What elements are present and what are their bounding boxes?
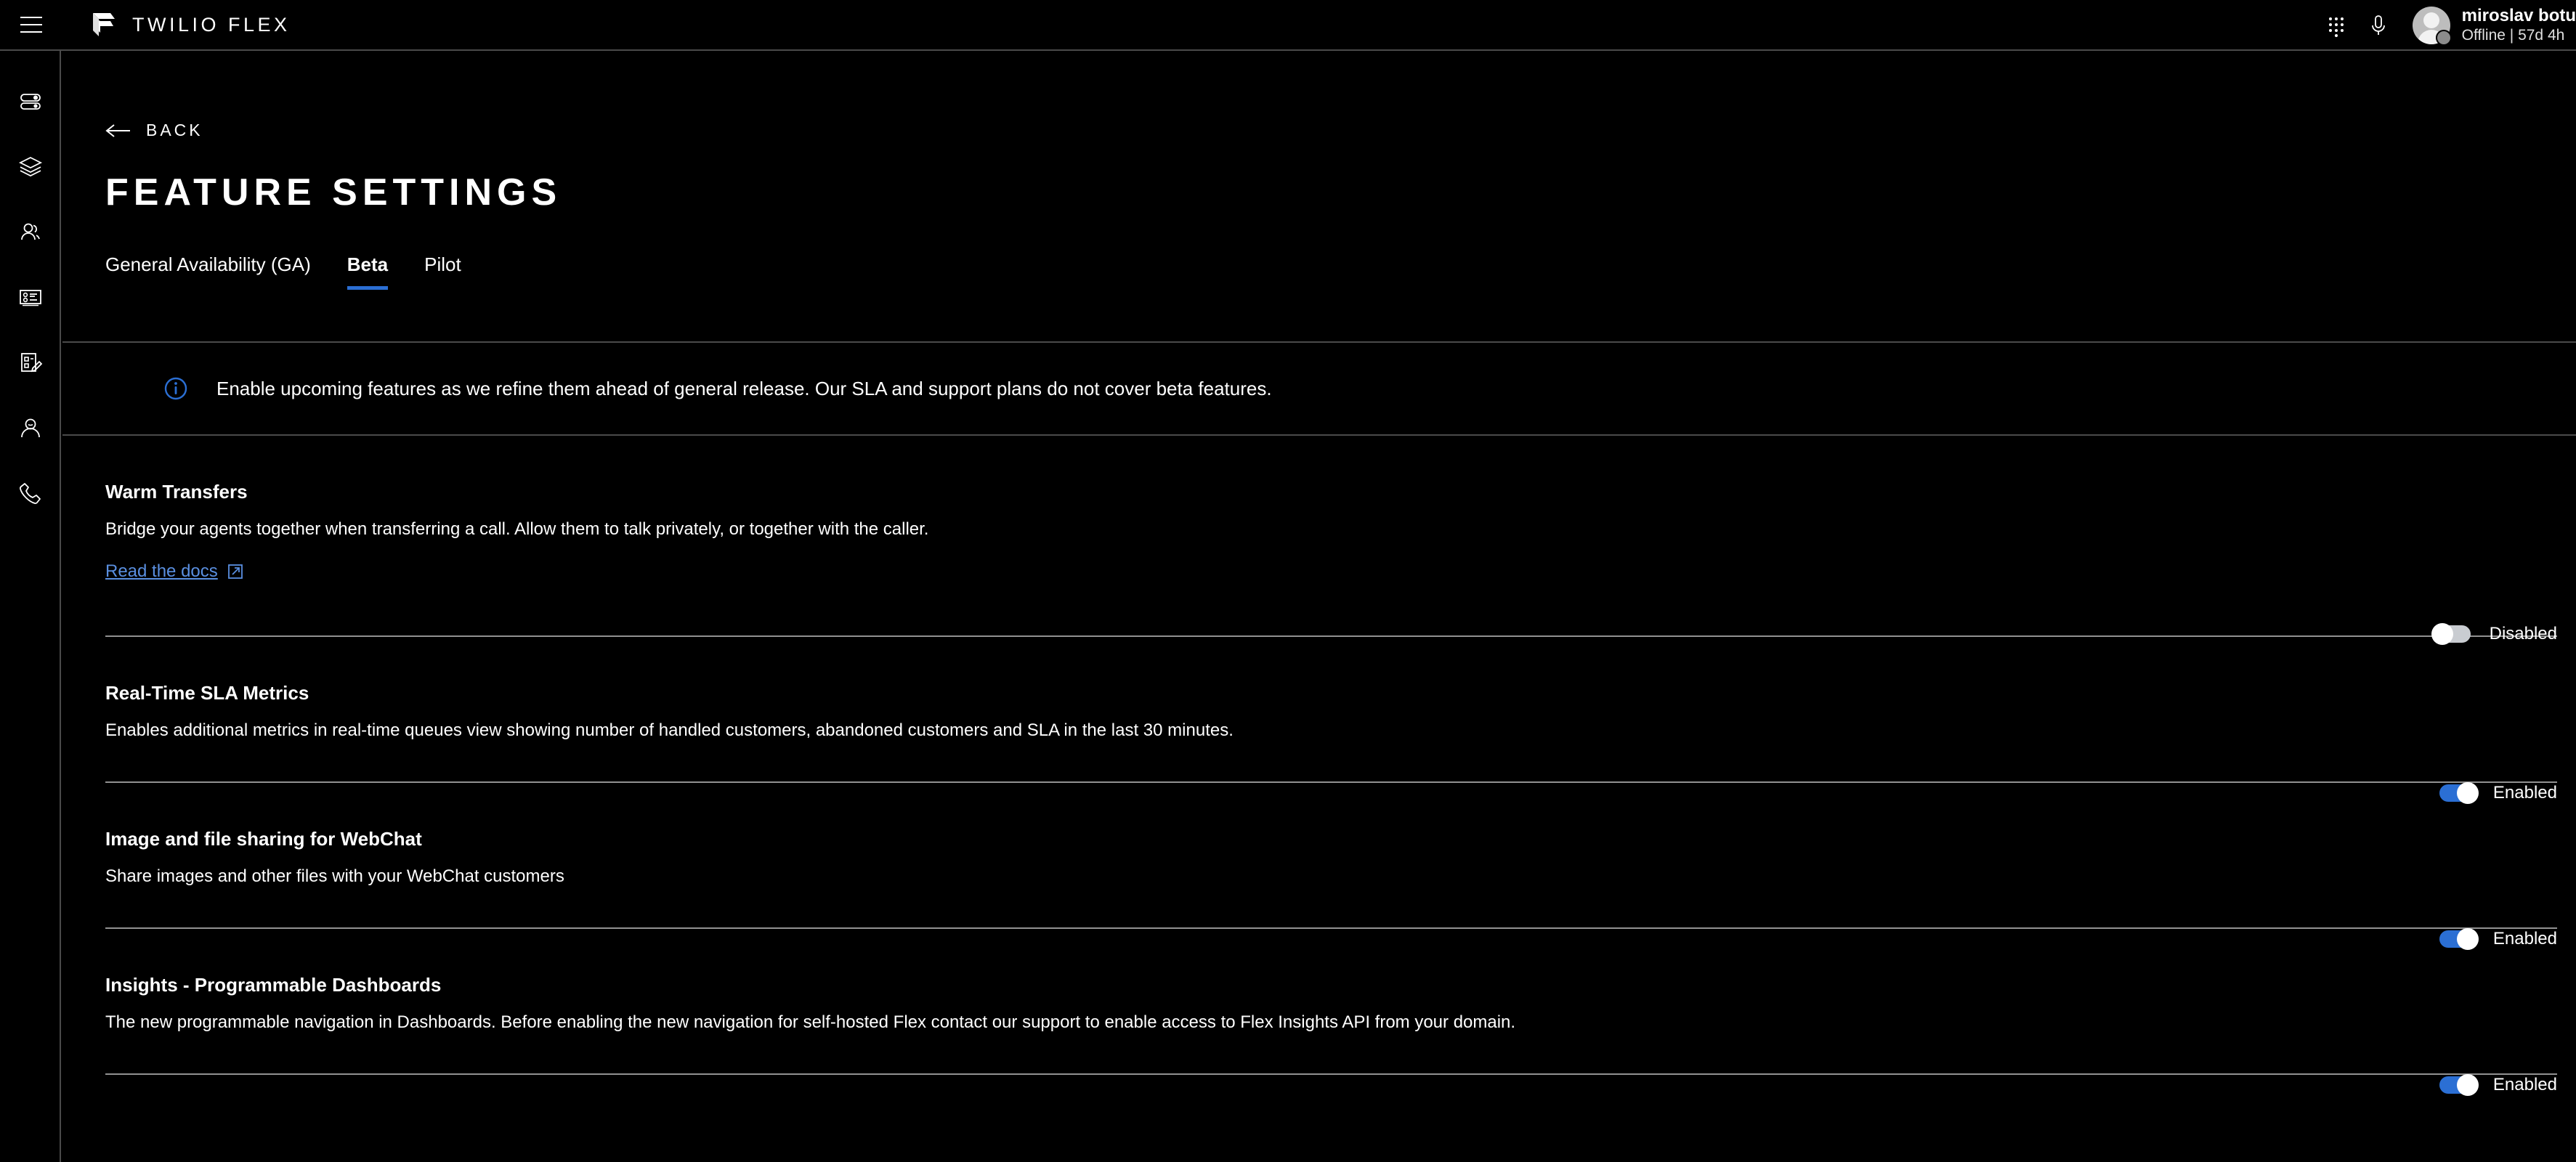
feature-title: Insights - Programmable Dashboards <box>105 974 442 996</box>
read-the-docs-link[interactable]: Read the docs <box>105 561 243 582</box>
page-title: FEATURE SETTINGS <box>105 171 562 214</box>
feature-row-warm-transfers: Warm Transfers Bridge your agents togeth… <box>62 436 2576 645</box>
feature-toggle-cell: Enabled <box>2439 1033 2557 1096</box>
feature-body: Real-Time SLA Metrics Enables additional… <box>105 637 1234 741</box>
main-content: BACK FEATURE SETTINGS General Availabili… <box>62 51 2576 1162</box>
hamburger-line <box>20 17 42 18</box>
tab-general-availability[interactable]: General Availability (GA) <box>105 253 311 290</box>
twilio-flex-logo <box>93 13 115 36</box>
feature-divider <box>105 1073 2557 1075</box>
feature-row-insights-programmable-dashboards: Insights - Programmable Dashboards The n… <box>62 929 2576 1096</box>
feature-head: Real-Time SLA Metrics Enables additional… <box>105 637 2576 741</box>
people-group-icon <box>21 223 40 240</box>
sidebar-item-calls[interactable] <box>0 460 61 526</box>
top-bar-right: miroslav botu Offline | 57d 4h <box>2324 0 2576 51</box>
avatar[interactable] <box>2412 7 2452 46</box>
tab-bar: General Availability (GA) Beta Pilot <box>105 253 2576 290</box>
offline-presence-dot <box>2435 30 2452 46</box>
info-circle-icon <box>164 377 187 400</box>
sidebar-item-settings[interactable] <box>0 68 61 134</box>
sliders-toggle-icon <box>20 94 41 110</box>
feature-body: Warm Transfers Bridge your agents togeth… <box>105 436 928 582</box>
feature-head: Warm Transfers Bridge your agents togeth… <box>105 436 2576 582</box>
feature-head: Insights - Programmable Dashboards The n… <box>105 929 2576 1033</box>
user-meta[interactable]: miroslav botu Offline | 57d 4h <box>2462 6 2576 45</box>
feature-row-image-file-sharing-webchat: Image and file sharing for WebChat Share… <box>62 783 2576 950</box>
back-button[interactable]: BACK <box>105 121 236 140</box>
tab-beta[interactable]: Beta <box>347 253 389 290</box>
layers-stack-icon <box>18 156 43 177</box>
toggle-insights-programmable-dashboards[interactable] <box>2439 1074 2479 1096</box>
user-status: Offline | 57d 4h <box>2461 27 2565 44</box>
brand[interactable]: TWILIO FLEX <box>89 11 291 38</box>
phone-icon <box>20 483 41 504</box>
info-banner: Enable upcoming features as we refine th… <box>62 343 2576 436</box>
sidebar-item-dashboard[interactable] <box>0 264 61 330</box>
toggle-knob <box>2456 1074 2479 1096</box>
read-the-docs-label: Read the docs <box>105 561 218 581</box>
feature-description: Share images and other files with your W… <box>105 866 564 886</box>
feature-row-realtime-sla-metrics: Real-Time SLA Metrics Enables additional… <box>62 637 2576 804</box>
feature-toggle-cell: Disabled <box>2431 582 2557 645</box>
left-sidebar <box>0 51 61 1162</box>
feature-list: Warm Transfers Bridge your agents togeth… <box>62 436 2576 1096</box>
feature-head: Image and file sharing for WebChat Share… <box>105 783 2576 887</box>
back-label: BACK <box>146 121 203 139</box>
sidebar-item-queues[interactable] <box>0 134 61 199</box>
hamburger-line <box>20 24 42 25</box>
top-bar: TWILIO FLEX miroslav botu Offline | 57d … <box>0 0 2576 51</box>
avatar-head <box>2423 12 2439 28</box>
arrow-left-icon <box>105 123 130 137</box>
info-banner-text: Enable upcoming features as we refine th… <box>216 377 1272 399</box>
external-link-icon <box>227 564 243 579</box>
feature-title: Image and file sharing for WebChat <box>105 828 422 850</box>
dialpad-grid-icon[interactable] <box>2324 13 2349 38</box>
feature-title: Warm Transfers <box>105 481 248 503</box>
feature-body: Insights - Programmable Dashboards The n… <box>105 929 1515 1033</box>
sidebar-item-teams[interactable] <box>0 199 61 264</box>
person-icon <box>21 418 40 438</box>
feature-description: The new programmable navigation in Dashb… <box>105 1012 1516 1032</box>
list-card-icon <box>20 290 41 306</box>
feature-description: Bridge your agents together when transfe… <box>105 519 929 539</box>
microphone-icon[interactable] <box>2368 13 2389 38</box>
hamburger-line <box>20 31 42 33</box>
tab-pilot[interactable]: Pilot <box>424 253 461 290</box>
hamburger-menu-icon[interactable] <box>20 17 42 33</box>
feature-description: Enables additional metrics in real-time … <box>105 720 1234 740</box>
sidebar-item-agent[interactable] <box>0 395 61 460</box>
feature-title: Real-Time SLA Metrics <box>105 682 309 704</box>
toggle-state-label: Enabled <box>2492 1075 2557 1094</box>
brand-name: TWILIO FLEX <box>132 13 291 36</box>
user-name: miroslav botu <box>2461 6 2576 25</box>
edit-form-icon <box>21 353 43 373</box>
feature-body: Image and file sharing for WebChat Share… <box>105 783 564 887</box>
sidebar-item-tasks[interactable] <box>0 330 61 395</box>
